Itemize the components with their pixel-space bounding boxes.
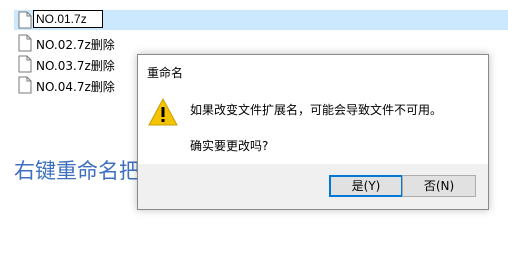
file-name: NO.02.7z删除	[36, 38, 115, 52]
no-button[interactable]: 否(N)	[402, 175, 476, 197]
file-icon	[18, 11, 32, 29]
warning-icon	[148, 97, 178, 126]
yes-button[interactable]: 是(Y)	[329, 175, 403, 197]
file-icon	[18, 34, 32, 52]
file-icon	[18, 55, 32, 73]
dialog-message: 如果改变文件扩展名，可能会导致文件不可用。	[190, 103, 443, 117]
rename-input[interactable]	[33, 10, 103, 28]
file-row-no02[interactable]: NO.02.7z删除	[0, 33, 508, 53]
rename-dialog: 重命名 如果改变文件扩展名，可能会导致文件不可用。 确实要更改吗? 是(Y) 否…	[137, 54, 489, 210]
file-icon	[18, 76, 32, 94]
dialog-question: 确实要更改吗?	[190, 139, 269, 153]
file-name: NO.04.7z删除	[36, 80, 115, 94]
dialog-footer: 是(Y) 否(N)	[138, 164, 488, 209]
file-name: NO.03.7z删除	[36, 59, 115, 73]
dialog-title: 重命名	[147, 66, 184, 80]
